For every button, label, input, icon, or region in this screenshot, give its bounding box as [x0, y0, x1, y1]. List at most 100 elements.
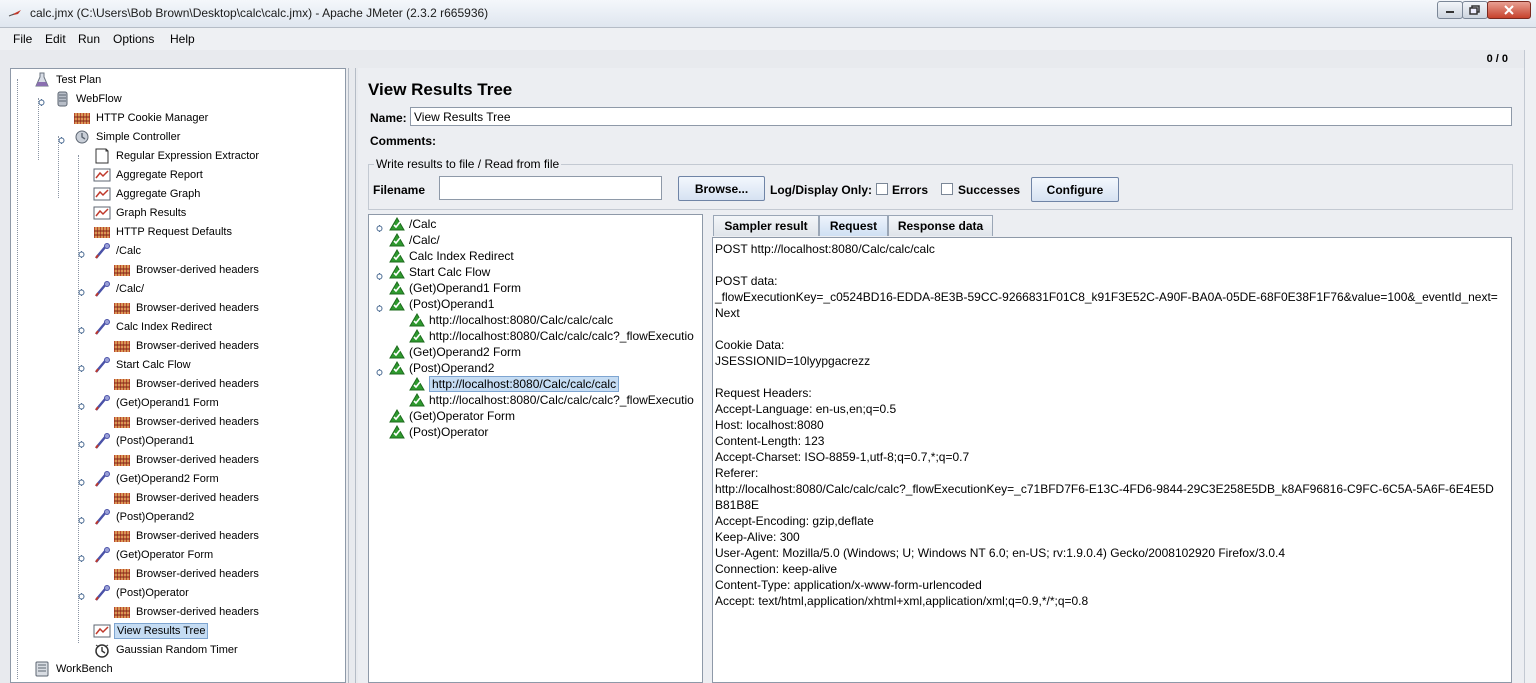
- expand-handle-icon[interactable]: [78, 589, 85, 600]
- result-node[interactable]: (Get)Operator Form: [389, 408, 515, 424]
- tree-node[interactable]: Aggregate Graph: [93, 184, 202, 203]
- split-pane-divider[interactable]: [348, 68, 356, 683]
- expand-handle-icon[interactable]: [78, 513, 85, 524]
- tab-request[interactable]: Request: [819, 215, 888, 236]
- expand-handle-icon[interactable]: [78, 437, 85, 448]
- tree-node[interactable]: WorkBench: [33, 659, 115, 678]
- request-line: Next: [715, 306, 740, 320]
- expand-handle-icon[interactable]: [376, 301, 383, 312]
- result-node[interactable]: http://localhost:8080/Calc/calc/calc: [409, 376, 620, 392]
- expand-handle-icon[interactable]: [58, 133, 65, 144]
- tree-node[interactable]: Browser-derived headers: [113, 374, 261, 393]
- close-button[interactable]: [1487, 1, 1531, 19]
- name-field[interactable]: View Results Tree: [410, 107, 1512, 126]
- tree-node[interactable]: Graph Results: [93, 203, 188, 222]
- expand-handle-icon[interactable]: [78, 399, 85, 410]
- tab-response-data[interactable]: Response data: [888, 215, 993, 236]
- tree-node[interactable]: (Post)Operand1: [93, 431, 196, 450]
- result-node-label: Start Calc Flow: [409, 265, 491, 279]
- sampler-icon: [93, 508, 111, 525]
- tree-node[interactable]: (Post)Operator: [93, 583, 191, 602]
- result-node[interactable]: (Get)Operand1 Form: [389, 280, 521, 296]
- tree-node[interactable]: HTTP Cookie Manager: [73, 108, 210, 127]
- menu-help[interactable]: Help: [170, 32, 195, 46]
- errors-checkbox[interactable]: [876, 183, 888, 195]
- tree-node[interactable]: Browser-derived headers: [113, 336, 261, 355]
- request-line: Accept-Language: en-us,en;q=0.5: [715, 402, 897, 416]
- tab-sampler-result[interactable]: Sampler result: [713, 215, 819, 236]
- tree-node[interactable]: Browser-derived headers: [113, 488, 261, 507]
- tree-node[interactable]: View Results Tree: [93, 621, 209, 640]
- window-scrollbar[interactable]: [1524, 50, 1536, 683]
- tree-node[interactable]: (Get)Operand1 Form: [93, 393, 221, 412]
- sampler-icon: [93, 470, 111, 487]
- tree-node[interactable]: Browser-derived headers: [113, 526, 261, 545]
- success-icon: [389, 233, 405, 247]
- tree-node[interactable]: Browser-derived headers: [113, 564, 261, 583]
- tree-node[interactable]: Browser-derived headers: [113, 602, 261, 621]
- minimize-button[interactable]: [1437, 1, 1463, 19]
- tree-node[interactable]: Test Plan: [33, 70, 103, 89]
- tree-node[interactable]: (Get)Operand2 Form: [93, 469, 221, 488]
- tree-guide-line: [17, 79, 18, 679]
- request-text-area[interactable]: POST http://localhost:8080/Calc/calc/cal…: [712, 237, 1512, 683]
- expand-handle-icon[interactable]: [78, 323, 85, 334]
- tree-node[interactable]: Simple Controller: [73, 127, 182, 146]
- timer-icon: [93, 642, 111, 658]
- expand-handle-icon[interactable]: [376, 269, 383, 280]
- expand-handle-icon[interactable]: [78, 247, 85, 258]
- result-node[interactable]: http://localhost:8080/Calc/calc/calc: [409, 312, 613, 328]
- result-node[interactable]: http://localhost:8080/Calc/calc/calc?_fl…: [409, 392, 694, 408]
- result-node[interactable]: /Calc: [389, 216, 436, 232]
- expand-handle-icon[interactable]: [78, 285, 85, 296]
- expand-handle-icon[interactable]: [78, 475, 85, 486]
- menu-edit[interactable]: Edit: [45, 32, 66, 46]
- successes-label: Successes: [958, 183, 1021, 197]
- tree-node[interactable]: /Calc/: [93, 279, 146, 298]
- menu-file[interactable]: File: [13, 32, 32, 46]
- tree-node[interactable]: (Get)Operator Form: [93, 545, 215, 564]
- test-plan-tree[interactable]: Test Plan WebFlow HTTP Cookie Manager Simpl…: [10, 68, 346, 683]
- browse-button[interactable]: Browse...: [678, 176, 765, 201]
- result-node[interactable]: (Post)Operator: [389, 424, 488, 440]
- result-node[interactable]: Start Calc Flow: [389, 264, 490, 280]
- tree-node-label: (Get)Operand2 Form: [116, 472, 219, 485]
- tree-node[interactable]: Browser-derived headers: [113, 450, 261, 469]
- tree-node-label: Simple Controller: [96, 130, 181, 143]
- tree-node[interactable]: Browser-derived headers: [113, 298, 261, 317]
- expand-handle-icon[interactable]: [376, 221, 383, 232]
- tree-node[interactable]: WebFlow: [53, 89, 124, 108]
- result-node[interactable]: (Post)Operand1: [389, 296, 494, 312]
- filename-field[interactable]: [439, 176, 662, 200]
- expand-handle-icon[interactable]: [78, 551, 85, 562]
- tree-node[interactable]: Aggregate Report: [93, 165, 205, 184]
- result-node[interactable]: (Post)Operand2: [389, 360, 494, 376]
- tree-node[interactable]: Browser-derived headers: [113, 412, 261, 431]
- tree-node[interactable]: Browser-derived headers: [113, 260, 261, 279]
- success-icon: [389, 265, 405, 279]
- menu-options[interactable]: Options: [113, 32, 154, 46]
- result-node[interactable]: Calc Index Redirect: [389, 248, 514, 264]
- tree-node[interactable]: Gaussian Random Timer: [93, 640, 240, 659]
- menu-run[interactable]: Run: [78, 32, 100, 46]
- tree-node[interactable]: Regular Expression Extractor: [93, 146, 261, 165]
- tree-node[interactable]: Calc Index Redirect: [93, 317, 214, 336]
- expand-handle-icon[interactable]: [78, 361, 85, 372]
- errors-label: Errors: [892, 183, 929, 197]
- request-line: User-Agent: Mozilla/5.0 (Windows; U; Win…: [715, 546, 1286, 560]
- result-node[interactable]: /Calc/: [389, 232, 440, 248]
- result-node[interactable]: (Get)Operand2 Form: [389, 344, 521, 360]
- expand-handle-icon[interactable]: [38, 95, 45, 106]
- success-icon: [389, 297, 405, 311]
- result-node[interactable]: http://localhost:8080/Calc/calc/calc?_fl…: [409, 328, 694, 344]
- successes-checkbox[interactable]: [941, 183, 953, 195]
- results-tree[interactable]: /Calc/Calc/Calc Index Redirect Start Calc…: [368, 214, 703, 683]
- configure-button[interactable]: Configure: [1031, 177, 1119, 202]
- tree-node[interactable]: /Calc: [93, 241, 143, 260]
- tree-node[interactable]: Start Calc Flow: [93, 355, 193, 374]
- tree-node[interactable]: HTTP Request Defaults: [93, 222, 234, 241]
- tree-node[interactable]: (Post)Operand2: [93, 507, 196, 526]
- maximize-button[interactable]: [1462, 1, 1488, 19]
- expand-handle-icon[interactable]: [376, 365, 383, 376]
- success-icon: [389, 249, 405, 263]
